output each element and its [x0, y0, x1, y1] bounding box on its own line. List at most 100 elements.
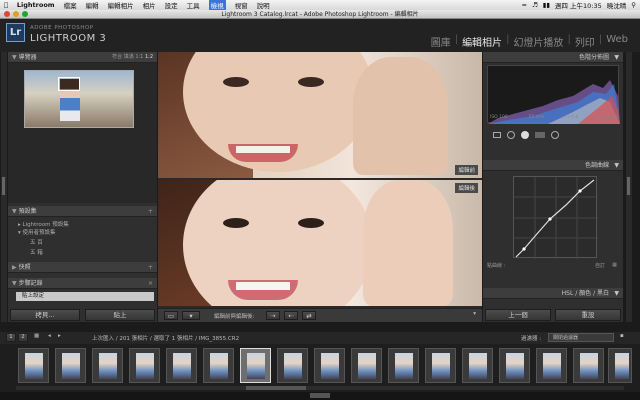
menu-window[interactable]: 視窗: [235, 0, 248, 10]
filmstrip-thumbnail[interactable]: [425, 348, 456, 383]
menubar-clock[interactable]: 週四 上午10:35: [555, 0, 602, 10]
histogram-header[interactable]: 色階分佈圖 ▼: [483, 52, 623, 63]
before-photo[interactable]: 編輯前: [158, 52, 482, 178]
filter-dropdown[interactable]: 關閉過濾器: [548, 333, 614, 342]
red-eye-icon[interactable]: [521, 131, 529, 139]
lightroom-window:  Lightroom 檔案 編輯 編輯相片 相片 設定 工具 檢視 視窗 說明…: [0, 0, 640, 400]
filmstrip-thumbnail[interactable]: [388, 348, 419, 383]
previous-button[interactable]: 上一個: [485, 309, 551, 321]
filmstrip-thumbnail[interactable]: [351, 348, 382, 383]
menu-photo[interactable]: 相片: [143, 0, 156, 10]
zoom-fit[interactable]: 符合: [112, 54, 122, 60]
navigator-preview[interactable]: [24, 70, 134, 128]
copy-before-to-after-icon[interactable]: ⇢: [266, 311, 280, 320]
close-icon[interactable]: [4, 11, 10, 17]
minimize-icon[interactable]: [13, 11, 19, 17]
tone-curve-header[interactable]: 色調曲線 ▼: [483, 160, 623, 171]
menubar-user[interactable]: 曉沈晴: [607, 0, 627, 10]
filmstrip-thumbnail[interactable]: [166, 348, 197, 383]
filmstrip-thumbnail[interactable]: [462, 348, 493, 383]
loupe-view-icon[interactable]: ▭: [164, 311, 178, 320]
graduated-filter-icon[interactable]: [535, 132, 545, 138]
preset-item[interactable]: 五 箱: [8, 248, 157, 256]
page-1-button[interactable]: 1: [6, 333, 16, 342]
copy-button[interactable]: 拷貝...: [10, 309, 80, 321]
wifi-icon[interactable]: ≈: [521, 1, 526, 9]
filmstrip-thumbnail[interactable]: [608, 348, 632, 383]
filmstrip-thumbnail[interactable]: [129, 348, 160, 383]
menu-lightroom[interactable]: Lightroom: [17, 1, 55, 9]
left-panel-handle[interactable]: [1, 52, 7, 322]
snapshots-header[interactable]: ▶ 快照 +: [8, 262, 157, 273]
hsl-header[interactable]: HSL / 顏色 / 黑白 ▼: [483, 288, 623, 299]
bottom-panel-handle[interactable]: [0, 392, 640, 400]
before-after-mode-icon[interactable]: ▾: [182, 311, 200, 320]
zoom-icon[interactable]: [22, 11, 28, 17]
menu-develop[interactable]: 編輯相片: [108, 0, 134, 10]
filmstrip-thumbnail[interactable]: [573, 348, 604, 383]
presets-header[interactable]: ▼ 預設集 +: [8, 206, 157, 217]
after-photo[interactable]: 編輯後: [158, 180, 482, 306]
toolbar-menu-icon[interactable]: ▾: [473, 311, 476, 317]
histogram[interactable]: ISO 100 55 mm f / 4.0 1/200 秒: [487, 65, 620, 124]
page-2-button[interactable]: 2: [18, 333, 28, 342]
navigator-header[interactable]: ▼ 導覽器 符合 填滿 1:1 1:2: [8, 52, 157, 63]
module-web[interactable]: Web: [602, 34, 632, 49]
menu-edit[interactable]: 編輯: [86, 0, 99, 10]
preset-group-lightroom[interactable]: ▸ Lightroom 預設集: [8, 220, 157, 228]
filter-toggle-icon[interactable]: ▪: [620, 333, 624, 339]
adjustment-brush-icon[interactable]: [551, 131, 559, 139]
filmstrip-breadcrumb[interactable]: 上次匯入 / 201 張相片 / 選取了 1 張相片 / IMG_3855.CR…: [92, 334, 239, 342]
clear-history-icon[interactable]: ×: [148, 278, 153, 289]
paste-button[interactable]: 貼上: [85, 309, 155, 321]
filmstrip-thumbnail[interactable]: [203, 348, 234, 383]
snapshots-title: 快照: [18, 264, 31, 271]
menu-view[interactable]: 檢視: [208, 0, 226, 10]
filmstrip-thumbnail[interactable]: [92, 348, 123, 383]
curve-edit-icon[interactable]: ▦: [612, 262, 617, 268]
swap-icon[interactable]: ⇄: [302, 311, 316, 320]
menu-file[interactable]: 檔案: [64, 0, 77, 10]
history-header[interactable]: ▼ 步驟記錄 ×: [8, 278, 157, 289]
preset-item[interactable]: 五 百: [8, 238, 157, 246]
spot-removal-icon[interactable]: [507, 131, 515, 139]
filmstrip-scrollbar[interactable]: [16, 386, 624, 390]
zoom-1-2[interactable]: 1:2: [145, 54, 153, 60]
add-preset-icon[interactable]: +: [148, 206, 153, 217]
battery-icon[interactable]: ▮▮: [543, 1, 550, 9]
filmstrip-thumbnail[interactable]: [18, 348, 49, 383]
mac-menubar:  Lightroom 檔案 編輯 編輯相片 相片 設定 工具 檢視 視窗 說明…: [0, 0, 640, 10]
module-slideshow[interactable]: 幻燈片播放: [509, 34, 567, 49]
forward-arrow-icon[interactable]: ▸: [58, 333, 61, 339]
right-panel-handle[interactable]: [626, 52, 632, 322]
zoom-1-1[interactable]: 1:1: [135, 54, 143, 60]
history-item[interactable]: 貼上設定: [16, 292, 154, 301]
filter-label: 過濾器 :: [521, 336, 542, 342]
filmstrip-thumbnail[interactable]: [536, 348, 567, 383]
menu-help[interactable]: 說明: [257, 0, 270, 10]
tone-curve-graph[interactable]: [513, 176, 598, 259]
volume-icon[interactable]: ♬: [532, 1, 538, 9]
filmstrip-thumbnail[interactable]: [314, 348, 345, 383]
back-arrow-icon[interactable]: ◂: [48, 333, 51, 339]
module-print[interactable]: 列印: [571, 34, 599, 49]
crop-icon[interactable]: [493, 132, 501, 138]
copy-after-to-before-icon[interactable]: ⇠: [284, 311, 298, 320]
filmstrip-thumbnail[interactable]: [499, 348, 530, 383]
spotlight-icon[interactable]: ⚲: [631, 1, 636, 9]
zoom-fill[interactable]: 填滿: [124, 54, 134, 60]
right-panel: 色階分佈圖 ▼ ISO 100 55 mm f / 4.0 1/200 秒 色調…: [483, 52, 623, 322]
filmstrip-thumbnail[interactable]: [277, 348, 308, 383]
module-library[interactable]: 圖庫: [427, 34, 455, 49]
reset-button[interactable]: 重設: [555, 309, 621, 321]
menu-settings[interactable]: 設定: [165, 0, 178, 10]
grid-icon[interactable]: ▦: [34, 333, 39, 339]
add-snapshot-icon[interactable]: +: [148, 262, 153, 273]
menu-tools[interactable]: 工具: [187, 0, 200, 10]
apple-icon[interactable]: : [4, 1, 8, 9]
filmstrip-thumbnail-selected[interactable]: [240, 348, 271, 383]
preset-group-user[interactable]: ▾ 使用者預設集: [8, 228, 157, 236]
module-develop[interactable]: 編輯相片: [458, 34, 506, 49]
filmstrip-thumbnail[interactable]: [55, 348, 86, 383]
point-curve-select[interactable]: 自訂: [595, 262, 605, 269]
